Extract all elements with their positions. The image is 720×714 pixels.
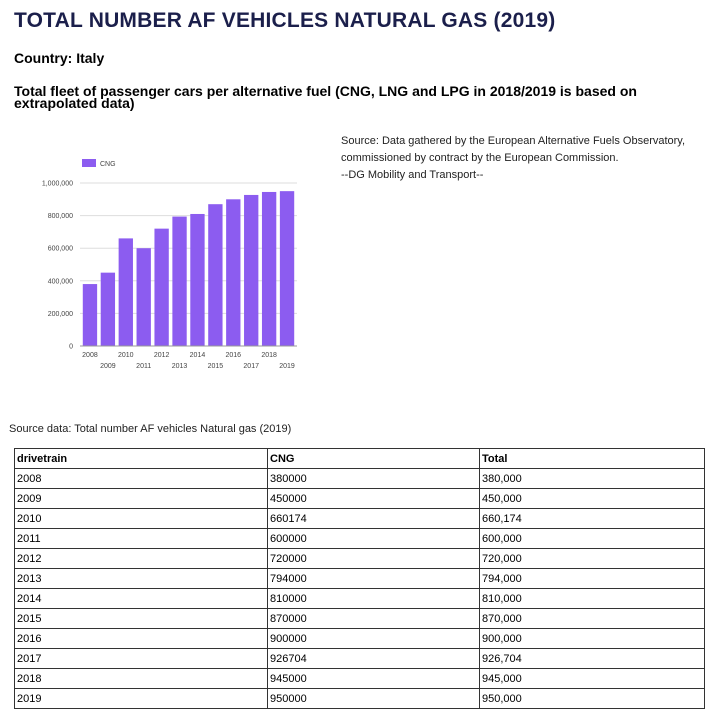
cell-cng: 810000: [267, 588, 480, 609]
source-note-line: commissioned by contract by the European…: [341, 152, 619, 164]
cell-cng: 600000: [267, 528, 480, 549]
x-tick-label: 2018: [261, 352, 277, 359]
bar-2009: [100, 272, 116, 346]
chart-axes: 0 200,000 400,000 600,000 800,000 1,000,000 20…: [42, 181, 297, 370]
cell-cng: 380000: [267, 468, 480, 489]
cell-cng: 660174: [267, 508, 480, 529]
cell-cng: 870000: [267, 608, 480, 629]
cell-cng: 950000: [267, 688, 480, 709]
cell-drivetrain: 2012: [14, 548, 268, 569]
column-header-drivetrain: drivetrain: [14, 448, 268, 469]
cell-drivetrain: 2016: [14, 628, 268, 649]
page-title: TOTAL NUMBER AF VEHICLES NATURAL GAS (20…: [14, 9, 556, 32]
cell-drivetrain: 2019: [14, 688, 268, 709]
bar-2016: [226, 199, 241, 346]
cell-drivetrain: 2018: [14, 668, 268, 689]
y-tick-label: 400,000: [48, 278, 73, 285]
bar-2014: [190, 213, 205, 346]
y-tick-label: 1,000,000: [42, 181, 73, 188]
legend-swatch-cng: [82, 159, 96, 167]
chart-bars: [82, 191, 295, 346]
legend-label-cng: CNG: [100, 161, 116, 168]
table-row: 2011 600000 600,000: [14, 528, 705, 549]
cell-total: 926,704: [479, 648, 705, 669]
y-tick-label: 200,000: [48, 311, 73, 318]
table-row: 2009 450000 450,000: [14, 488, 705, 509]
cell-total: 660,174: [479, 508, 705, 529]
cell-cng: 720000: [267, 548, 480, 569]
cell-drivetrain: 2011: [14, 528, 268, 549]
bar-2019: [279, 191, 295, 346]
table-row: 2019 950000 950,000: [14, 688, 705, 709]
y-tick-label: 800,000: [48, 213, 73, 220]
table-row: 2017 926704 926,704: [14, 648, 705, 669]
bar-2011: [136, 248, 151, 346]
table-row: 2014 810000 810,000: [14, 588, 705, 609]
cell-drivetrain: 2009: [14, 488, 268, 509]
y-tick-label: 600,000: [48, 246, 73, 253]
chart-legend: CNG: [82, 159, 116, 168]
cng-bar-chart: 0 200,000 400,000 600,000 800,000 1,000,000 20…: [42, 159, 297, 370]
cell-cng: 926704: [267, 648, 480, 669]
x-tick-label: 2016: [226, 352, 242, 359]
x-tick-label: 2009: [100, 363, 116, 370]
cell-total: 950,000: [479, 688, 705, 709]
cell-cng: 450000: [267, 488, 480, 509]
x-tick-label: 2013: [172, 363, 188, 370]
cell-drivetrain: 2015: [14, 608, 268, 629]
table-row: 2018 945000 945,000: [14, 668, 705, 689]
cell-cng: 945000: [267, 668, 480, 689]
table-row: 2012 720000 720,000: [14, 548, 705, 569]
y-tick-label: 0: [69, 344, 73, 351]
table-row: 2013 794000 794,000: [14, 568, 705, 589]
source-data-table: drivetrain CNG Total 2008 380000 380,000 20…: [14, 448, 705, 709]
x-tick-label: 2012: [154, 352, 170, 359]
country-label: Country: Italy: [14, 50, 105, 66]
x-tick-label: 2019: [279, 363, 295, 370]
cell-drivetrain: 2013: [14, 568, 268, 589]
bar-2015: [208, 204, 223, 346]
table-row: 2010 660174 660,174: [14, 508, 705, 529]
x-tick-label: 2008: [82, 352, 98, 359]
bar-2017: [244, 194, 259, 346]
cell-total: 900,000: [479, 628, 705, 649]
x-tick-label: 2010: [118, 352, 134, 359]
cell-total: 600,000: [479, 528, 705, 549]
bar-2010: [118, 238, 133, 346]
table-header-row: drivetrain CNG Total: [14, 448, 705, 469]
source-note-line: Source: Data gathered by the European Al…: [341, 135, 686, 147]
cell-drivetrain: 2017: [14, 648, 268, 669]
chart-subtitle: Total fleet of passenger cars per altern…: [14, 83, 637, 111]
x-tick-label: 2014: [190, 352, 206, 359]
cell-drivetrain: 2008: [14, 468, 268, 489]
table-row: 2016 900000 900,000: [14, 628, 705, 649]
cell-drivetrain: 2014: [14, 588, 268, 609]
cell-total: 380,000: [479, 468, 705, 489]
bar-2012: [154, 228, 169, 346]
cell-total: 720,000: [479, 548, 705, 569]
source-note: Source: Data gathered by the European Al…: [341, 133, 716, 184]
cell-cng: 794000: [267, 568, 480, 589]
cell-total: 450,000: [479, 488, 705, 509]
cell-total: 945,000: [479, 668, 705, 689]
cell-total: 870,000: [479, 608, 705, 629]
cell-cng: 900000: [267, 628, 480, 649]
cell-total: 810,000: [479, 588, 705, 609]
table-caption: Source data: Total number AF vehicles Na…: [9, 423, 292, 435]
bar-2013: [172, 216, 187, 346]
x-tick-label: 2015: [208, 363, 224, 370]
column-header-cng: CNG: [267, 448, 480, 469]
bar-2008: [82, 284, 98, 346]
bar-2018: [261, 191, 277, 346]
column-header-total: Total: [479, 448, 705, 469]
cell-drivetrain: 2010: [14, 508, 268, 529]
cell-total: 794,000: [479, 568, 705, 589]
x-tick-label: 2011: [136, 363, 151, 370]
x-tick-label: 2017: [243, 363, 259, 370]
table-row: 2008 380000 380,000: [14, 468, 705, 489]
source-note-line: --DG Mobility and Transport--: [341, 169, 484, 181]
table-row: 2015 870000 870,000: [14, 608, 705, 629]
